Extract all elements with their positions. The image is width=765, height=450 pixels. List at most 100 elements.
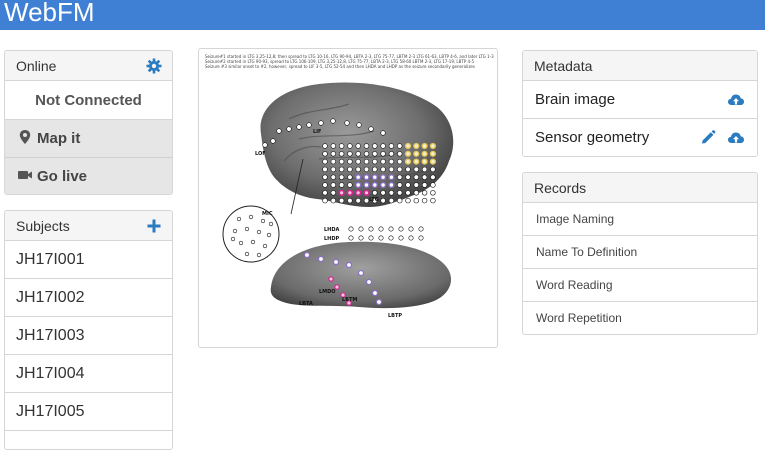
electrode-dot <box>375 298 383 306</box>
sensor-geometry-item[interactable]: Sensor geometry <box>523 119 757 156</box>
video-camera-icon <box>18 171 32 179</box>
electrode-dot <box>418 226 424 232</box>
electrode-dot <box>338 182 345 188</box>
electrode-dot <box>363 181 370 189</box>
app-title[interactable]: WebFM <box>4 0 95 27</box>
record-item[interactable]: Name To Definition <box>523 236 757 269</box>
electrode-dot <box>322 151 328 157</box>
electrode-dot <box>232 228 238 234</box>
electrode-dot <box>368 226 374 232</box>
electrode-dot <box>372 166 378 173</box>
electrode-dot <box>413 182 420 188</box>
electrode-dot <box>347 197 353 204</box>
electrode-dot <box>397 197 403 204</box>
subject-item[interactable]: JH17I005 <box>5 393 172 431</box>
electrode-dot <box>330 197 337 204</box>
electrode-dot <box>330 158 337 165</box>
electrode-dot <box>430 197 436 204</box>
subject-item[interactable]: JH17I001 <box>5 241 172 279</box>
electrode-dot <box>371 181 378 189</box>
electrode-dot <box>332 258 340 266</box>
record-item[interactable]: Word Repetition <box>523 302 757 334</box>
electrode-dot <box>230 236 236 242</box>
electrode-dot <box>398 235 404 241</box>
electrode-dot <box>430 190 436 196</box>
electrode-dot <box>355 197 361 204</box>
electrode-dot <box>338 174 345 180</box>
ltg-label: LTG <box>369 197 379 203</box>
electrode-dot <box>363 143 370 149</box>
electrode-dot <box>286 126 292 132</box>
electrode-dot <box>355 189 362 197</box>
brain-image[interactable]: MIC LIF LOF LTG LHDA LHDP LBTA LBTM LBTP… <box>199 49 498 348</box>
lbtp-label: LBTP <box>388 313 402 319</box>
subject-item[interactable]: JH17I003 <box>5 317 172 355</box>
electrode-dot <box>363 158 370 165</box>
electrode-dot <box>256 252 262 258</box>
electrode-dot <box>355 181 362 189</box>
electrode-dot <box>330 166 337 173</box>
electrode-dot <box>338 189 345 197</box>
brain-image-item[interactable]: Brain image <box>523 81 757 119</box>
online-heading-label: Online <box>16 58 57 74</box>
electrode-dot <box>363 151 370 157</box>
electrode-dot <box>338 166 345 173</box>
electrode-dot <box>405 190 411 196</box>
electrode-dot <box>347 151 353 157</box>
electrode-dot <box>388 190 395 196</box>
metadata-panel-heading: Metadata <box>523 51 757 81</box>
electrode-dot <box>397 158 403 165</box>
plus-icon[interactable] <box>146 218 162 234</box>
electrode-dot <box>421 197 428 204</box>
electrode-dot <box>266 232 272 238</box>
electrode-dot <box>358 235 364 241</box>
electrode-dot <box>408 235 414 241</box>
electrode-dot <box>388 174 395 181</box>
electrode-dot <box>355 166 361 173</box>
map-it-button[interactable]: Map it <box>5 120 172 158</box>
go-live-button[interactable]: Go live <box>5 158 172 194</box>
electrode-dot <box>322 197 328 204</box>
subjects-panel-heading: Subjects <box>5 211 172 241</box>
electrode-dot <box>380 166 386 173</box>
electrode-dot <box>347 143 353 149</box>
cloud-upload-icon[interactable] <box>727 92 745 108</box>
subject-item[interactable]: JH17I004 <box>5 355 172 393</box>
electrode-dot <box>270 138 276 144</box>
record-item[interactable]: Word Reading <box>523 269 757 302</box>
electrode-dot <box>380 151 386 157</box>
electrode-dot <box>372 151 378 157</box>
electrode-dot <box>363 166 370 173</box>
electrode-dot <box>236 216 242 222</box>
cloud-upload-icon[interactable] <box>727 130 745 146</box>
electrode-dot <box>355 174 362 181</box>
electrode-dot <box>355 158 361 165</box>
electrode-dot <box>430 174 436 180</box>
lbtm-label: LBTM <box>342 297 357 303</box>
subject-item[interactable]: JH17I002 <box>5 279 172 317</box>
electrode-dot <box>380 158 386 165</box>
sensor-geometry-label: Sensor geometry <box>535 129 650 146</box>
electrode-dot <box>345 261 353 269</box>
electrode-dot <box>397 182 403 188</box>
gear-icon[interactable] <box>146 58 162 74</box>
brain-image-label: Brain image <box>535 91 616 108</box>
electrode-dot <box>303 251 311 259</box>
electrode-dot <box>368 126 374 132</box>
electrode-dot <box>378 226 384 232</box>
electrode-dot <box>388 166 395 173</box>
pencil-icon[interactable] <box>699 130 717 146</box>
electrode-dot <box>429 142 437 150</box>
electrode-dot <box>338 143 345 149</box>
electrode-dot <box>322 143 328 149</box>
electrode-dot <box>413 174 420 180</box>
electrode-dot <box>397 143 403 149</box>
records-panel-heading: Records <box>523 173 757 203</box>
electrode-dot <box>330 151 337 157</box>
record-item[interactable]: Image Naming <box>523 203 757 236</box>
electrode-dot <box>421 150 428 157</box>
electrode-dot <box>268 221 274 227</box>
connection-status: Not Connected <box>5 81 172 120</box>
lif-label: LIF <box>313 129 321 135</box>
electrode-dot <box>421 142 428 150</box>
